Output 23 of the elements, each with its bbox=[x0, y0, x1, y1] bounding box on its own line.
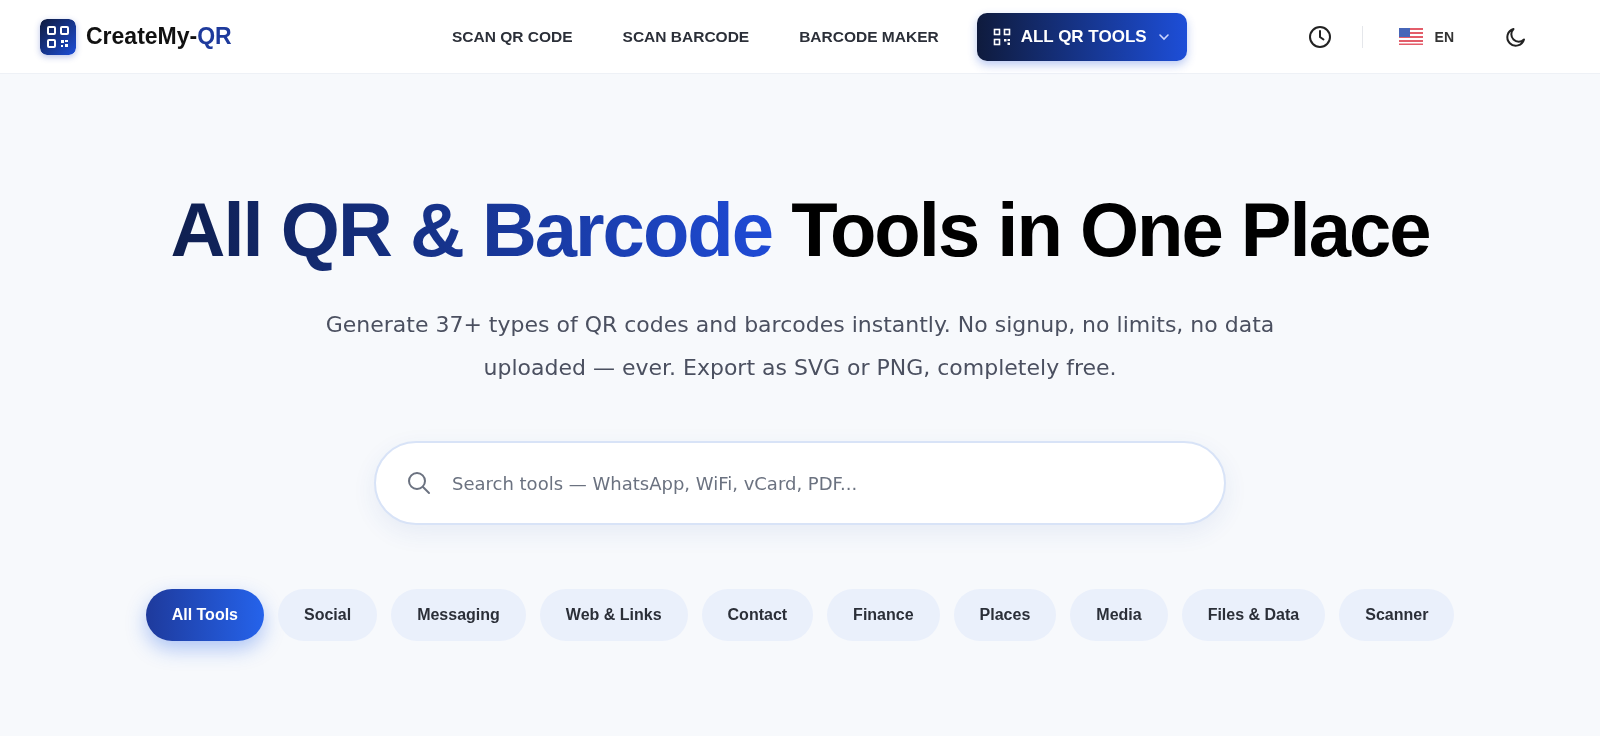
nav-link[interactable]: ALL QR TOOLS bbox=[976, 12, 1187, 61]
category-filter-tab[interactable]: All Tools bbox=[145, 589, 264, 641]
category-filter-tab[interactable]: Messaging bbox=[391, 589, 526, 641]
language-selector[interactable]: EN bbox=[1392, 27, 1460, 46]
nav-link[interactable]: BARCODE MAKER bbox=[777, 12, 961, 61]
category-filter-tab[interactable]: Scanner bbox=[1339, 589, 1455, 641]
us-flag-icon bbox=[1398, 28, 1423, 45]
nav-link[interactable]: SCAN QR CODE bbox=[430, 12, 595, 61]
category-filter-tab[interactable]: Social bbox=[278, 589, 378, 641]
category-filter-tab[interactable]: Files & Data bbox=[1181, 589, 1326, 641]
category-filter-tab[interactable]: Web & Links bbox=[539, 589, 688, 641]
qr-code-icon bbox=[992, 27, 1011, 46]
qr-logo-icon[interactable] bbox=[40, 18, 76, 55]
category-filter-tab[interactable]: Media bbox=[1070, 589, 1168, 641]
history-clock-icon[interactable] bbox=[1307, 24, 1332, 49]
search-field[interactable]: Search tools — WhatsApp, WiFi, vCard, PDF... bbox=[374, 441, 1226, 525]
category-filter-tab[interactable]: Finance bbox=[827, 589, 940, 641]
hero-heading: All QR & Barcode Tools in One Place bbox=[170, 186, 1430, 273]
brand-name[interactable]: CreateMy-QR bbox=[86, 23, 232, 50]
nav-link[interactable]: SCAN BARCODE bbox=[600, 12, 772, 61]
category-filter-tab[interactable]: Contact bbox=[701, 589, 814, 641]
category-filter-tab[interactable]: Places bbox=[953, 589, 1057, 641]
hero-subtitle: Generate 37+ types of QR codes and barcodes instantly. No signup, no limits, no data uploaded — ever. Export as SVG or PNG, completely free. bbox=[324, 311, 1276, 382]
